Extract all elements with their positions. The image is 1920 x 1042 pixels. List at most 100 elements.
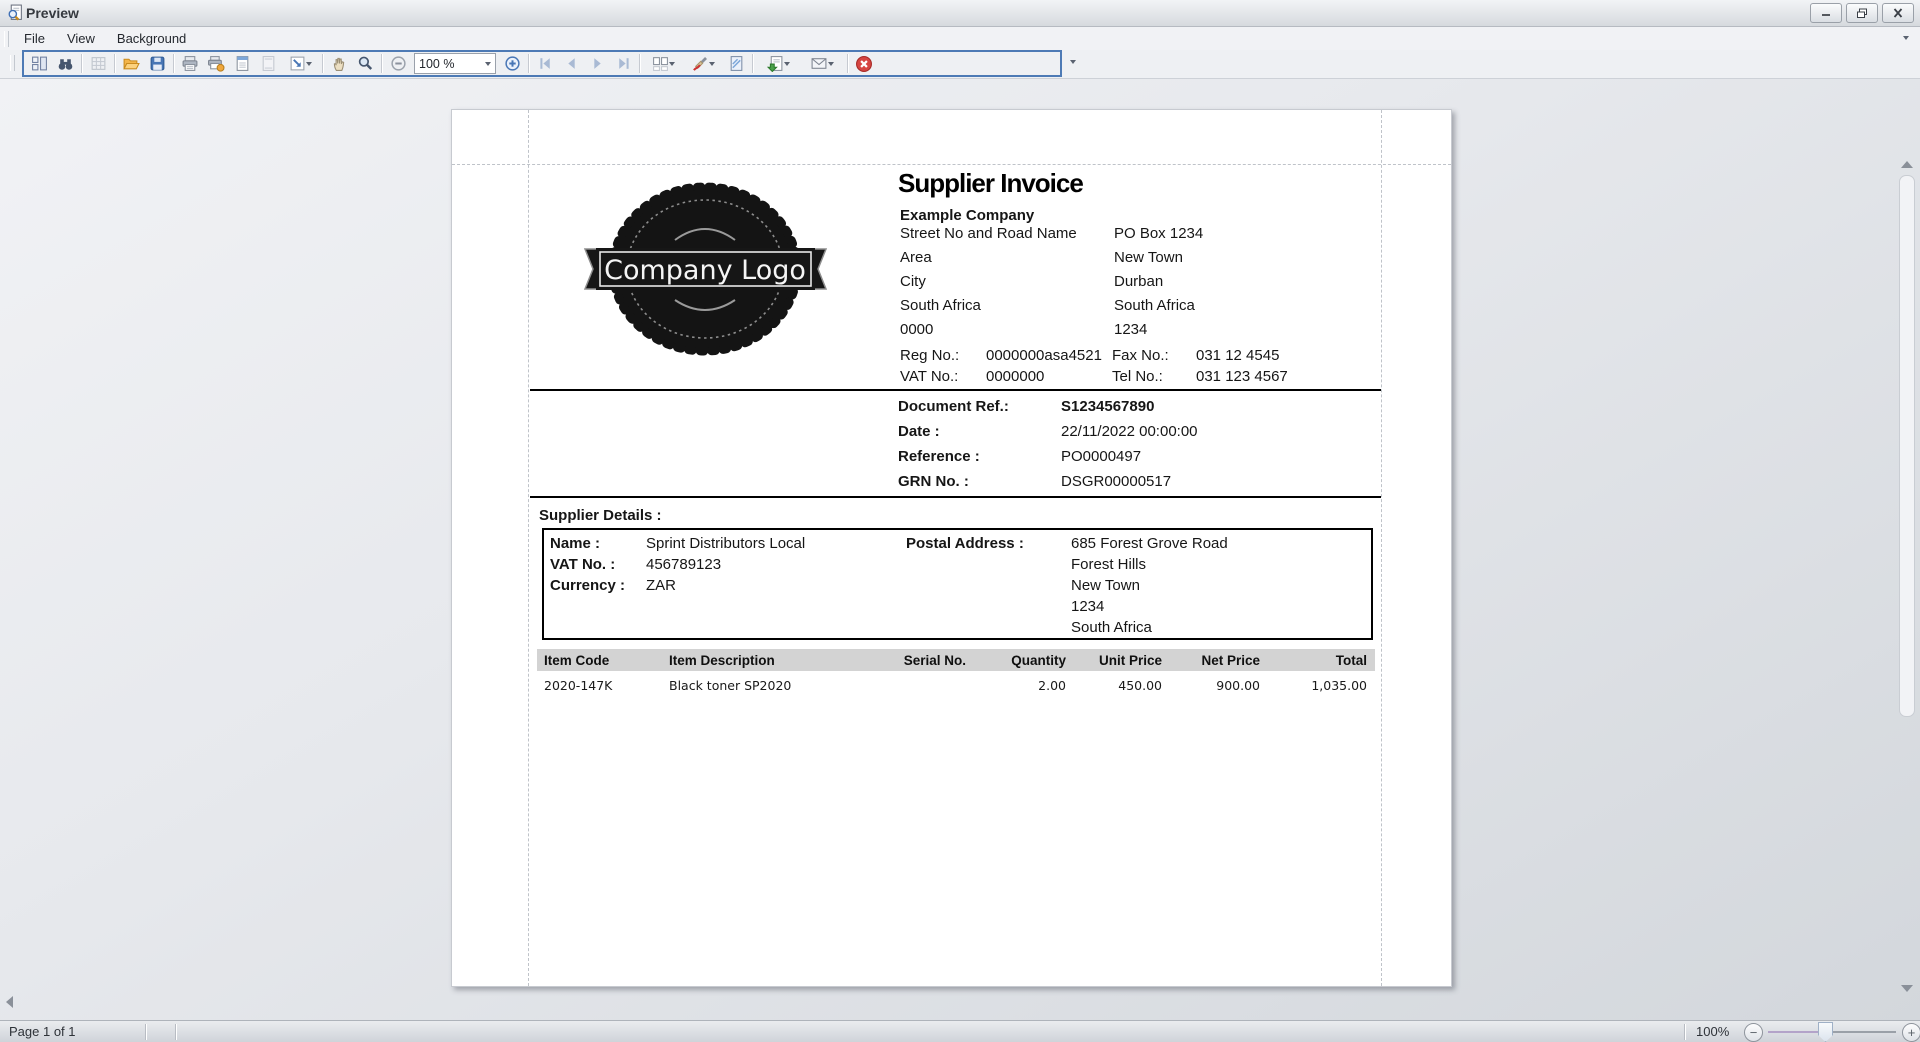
save-floppy-icon — [150, 56, 164, 71]
close-button[interactable] — [1882, 3, 1914, 23]
title-bar: Preview — [0, 0, 1920, 27]
scale-button[interactable] — [281, 52, 319, 75]
supplier-details-heading: Supplier Details : — [539, 507, 662, 524]
last-page-button-disabled[interactable] — [610, 52, 636, 75]
background-color-button[interactable] — [683, 52, 723, 75]
menu-background[interactable]: Background — [106, 28, 197, 49]
document-map-button[interactable] — [26, 52, 52, 75]
zoom-out-slider-button[interactable]: − — [1744, 1023, 1763, 1042]
vertical-scrollbar-thumb[interactable] — [1899, 175, 1915, 717]
document-ref-value: S1234567890 — [1061, 398, 1155, 415]
previous-page-button-disabled[interactable] — [558, 52, 584, 75]
status-bar: Page 1 of 1 100% − + — [0, 1020, 1920, 1042]
next-page-button-disabled[interactable] — [584, 52, 610, 75]
last-page-icon — [618, 58, 629, 69]
save-button[interactable] — [144, 52, 170, 75]
item-code-cell: 2020-147K — [544, 677, 613, 693]
watermark-button[interactable] — [723, 52, 749, 75]
company-address-line: 1234 — [1114, 321, 1148, 338]
unit-price-cell: 450.00 — [1118, 677, 1162, 693]
menubar-overflow-chevron-icon[interactable] — [1903, 36, 1909, 40]
postal-address-line: Forest Hills — [1071, 556, 1147, 573]
scale-icon — [290, 56, 304, 71]
company-address-line: Area — [900, 249, 932, 266]
hand-tool-button[interactable] — [326, 52, 352, 75]
search-button[interactable] — [52, 52, 78, 75]
toolbar-separator — [528, 54, 529, 73]
toolbar-separator — [639, 54, 640, 73]
first-page-button-disabled[interactable] — [532, 52, 558, 75]
toolbar-overflow-chevron-icon[interactable] — [1070, 60, 1076, 64]
zoom-out-button[interactable] — [385, 52, 411, 75]
company-address-line: City — [900, 273, 926, 290]
minimize-button[interactable] — [1810, 3, 1842, 23]
multiple-pages-icon — [652, 57, 668, 71]
search-binoculars-icon — [58, 59, 72, 70]
menu-view[interactable]: View — [56, 28, 106, 49]
toolbar-separator — [847, 54, 848, 73]
app-preview-icon — [7, 4, 24, 26]
postal-address-line: 685 Forest Grove Road — [1071, 535, 1228, 552]
multiple-pages-button[interactable] — [643, 52, 683, 75]
grn-no-value: DSGR00000517 — [1061, 473, 1172, 490]
send-email-button[interactable] — [800, 52, 844, 75]
scale-chevron-icon[interactable] — [305, 61, 312, 66]
print-button[interactable] — [177, 52, 203, 75]
zoom-slider-thumb[interactable] — [1818, 1022, 1833, 1042]
thumbnails-button-disabled[interactable] — [85, 52, 111, 75]
company-address-line: PO Box 1234 — [1114, 225, 1204, 242]
magnifier-icon — [358, 56, 372, 70]
column-header-item-code: Item Code — [544, 652, 610, 668]
column-header-serial-no: Serial No. — [903, 652, 966, 668]
window-title: Preview — [26, 5, 79, 21]
column-header-net-price: Net Price — [1201, 652, 1260, 668]
exit-button[interactable] — [851, 52, 877, 75]
items-table-row: 2020-147K Black toner SP2020 2.00 450.00… — [537, 675, 1375, 695]
grn-no-label: GRN No. : — [898, 473, 969, 490]
previous-page-icon — [567, 58, 575, 69]
zoom-in-button[interactable] — [499, 52, 525, 75]
postal-address-label: Postal Address : — [906, 535, 1024, 552]
items-table-header: Item Code Item Description Serial No. Qu… — [537, 649, 1375, 671]
menu-file[interactable]: File — [13, 28, 56, 49]
item-description-cell: Black toner SP2020 — [669, 677, 792, 693]
magnifier-button[interactable] — [352, 52, 378, 75]
watermark-icon — [730, 56, 742, 71]
quick-print-icon — [208, 56, 225, 72]
supplier-currency-label: Currency : — [550, 577, 626, 594]
zoom-combobox-chevron-icon[interactable] — [485, 61, 491, 66]
header-footer-button-disabled[interactable] — [255, 52, 281, 75]
document-ref-label: Document Ref.: — [898, 398, 1009, 415]
date-value: 22/11/2022 00:00:00 — [1061, 423, 1198, 440]
export-document-button[interactable] — [756, 52, 800, 75]
logo-text: Company Logo — [604, 255, 806, 286]
menubar-grip[interactable] — [4, 30, 9, 47]
scroll-down-arrow-icon[interactable] — [1901, 985, 1913, 992]
page-setup-button[interactable] — [229, 52, 255, 75]
export-chevron-icon[interactable] — [783, 61, 790, 66]
date-label: Date : — [898, 423, 940, 440]
postal-address-line: 1234 — [1071, 598, 1105, 615]
multiple-pages-chevron-icon[interactable] — [668, 61, 675, 66]
open-button[interactable] — [118, 52, 144, 75]
zoom-combobox[interactable]: 100 % — [414, 53, 496, 74]
statusbar-separator — [1684, 1024, 1685, 1040]
open-folder-icon — [123, 58, 140, 70]
restore-button[interactable] — [1846, 3, 1878, 23]
document-map-icon — [31, 56, 47, 71]
scroll-left-arrow-icon[interactable] — [6, 996, 13, 1008]
background-color-chevron-icon[interactable] — [708, 61, 715, 66]
restore-icon — [1857, 8, 1867, 18]
toolbar-grip[interactable] — [10, 55, 15, 71]
toolbar-separator — [114, 54, 115, 73]
email-chevron-icon[interactable] — [828, 61, 834, 66]
minimize-icon — [1822, 14, 1830, 16]
scroll-up-arrow-icon[interactable] — [1901, 161, 1913, 168]
company-logo: Company Logo — [583, 178, 828, 368]
zoom-slider-track-right[interactable] — [1832, 1031, 1896, 1033]
zoom-in-slider-button[interactable]: + — [1902, 1023, 1920, 1042]
invoice-title: Supplier Invoice — [898, 168, 1084, 198]
quick-print-button[interactable] — [203, 52, 229, 75]
document-preview-area[interactable]: Company Logo Supplier Invoice Example Co… — [0, 79, 1920, 1020]
zoom-slider-track-left[interactable] — [1768, 1031, 1824, 1033]
